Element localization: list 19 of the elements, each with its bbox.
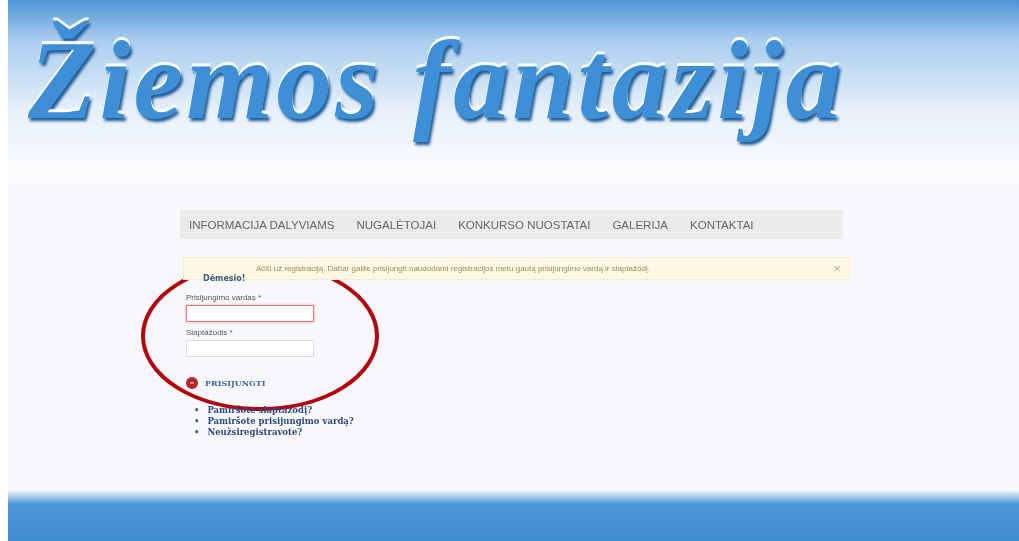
nav-link[interactable]: GALERIJA	[612, 218, 669, 231]
minus-circle-icon	[186, 377, 198, 389]
alert-message: Ačiū už registraciją. Dabar galite prisijungti naudodami registracijos metu gautą prisijungimo vardą ir slaptažodį.	[256, 264, 650, 273]
bullet: •	[194, 405, 200, 415]
field-label: Prisijungimo vardas *	[186, 293, 262, 302]
site-title: Žiemos fantazija	[26, 17, 846, 144]
bullet: •	[194, 427, 200, 437]
help-link[interactable]: Pamiršote slaptažodį?	[207, 405, 313, 415]
help-link[interactable]: Pamiršote prisijungimo vardą?	[207, 416, 354, 426]
input-field[interactable]	[186, 305, 314, 322]
nav-link[interactable]: KONTAKTAI	[690, 218, 754, 231]
nav-link[interactable]: NUGALĖTOJAI	[356, 218, 437, 231]
nav-link[interactable]: KONKURSO NUOSTATAI	[458, 218, 591, 231]
alert-heading: Dėmesio!	[203, 274, 246, 283]
login-button[interactable]: PRISIJUNGTI	[186, 377, 266, 389]
nav-link[interactable]: INFORMACIJA DALYVIAMS	[189, 218, 335, 231]
bullet: •	[194, 416, 200, 426]
field-label: Slaptažodis *	[186, 328, 233, 337]
help-link[interactable]: Neužsiregistravote?	[207, 427, 303, 437]
